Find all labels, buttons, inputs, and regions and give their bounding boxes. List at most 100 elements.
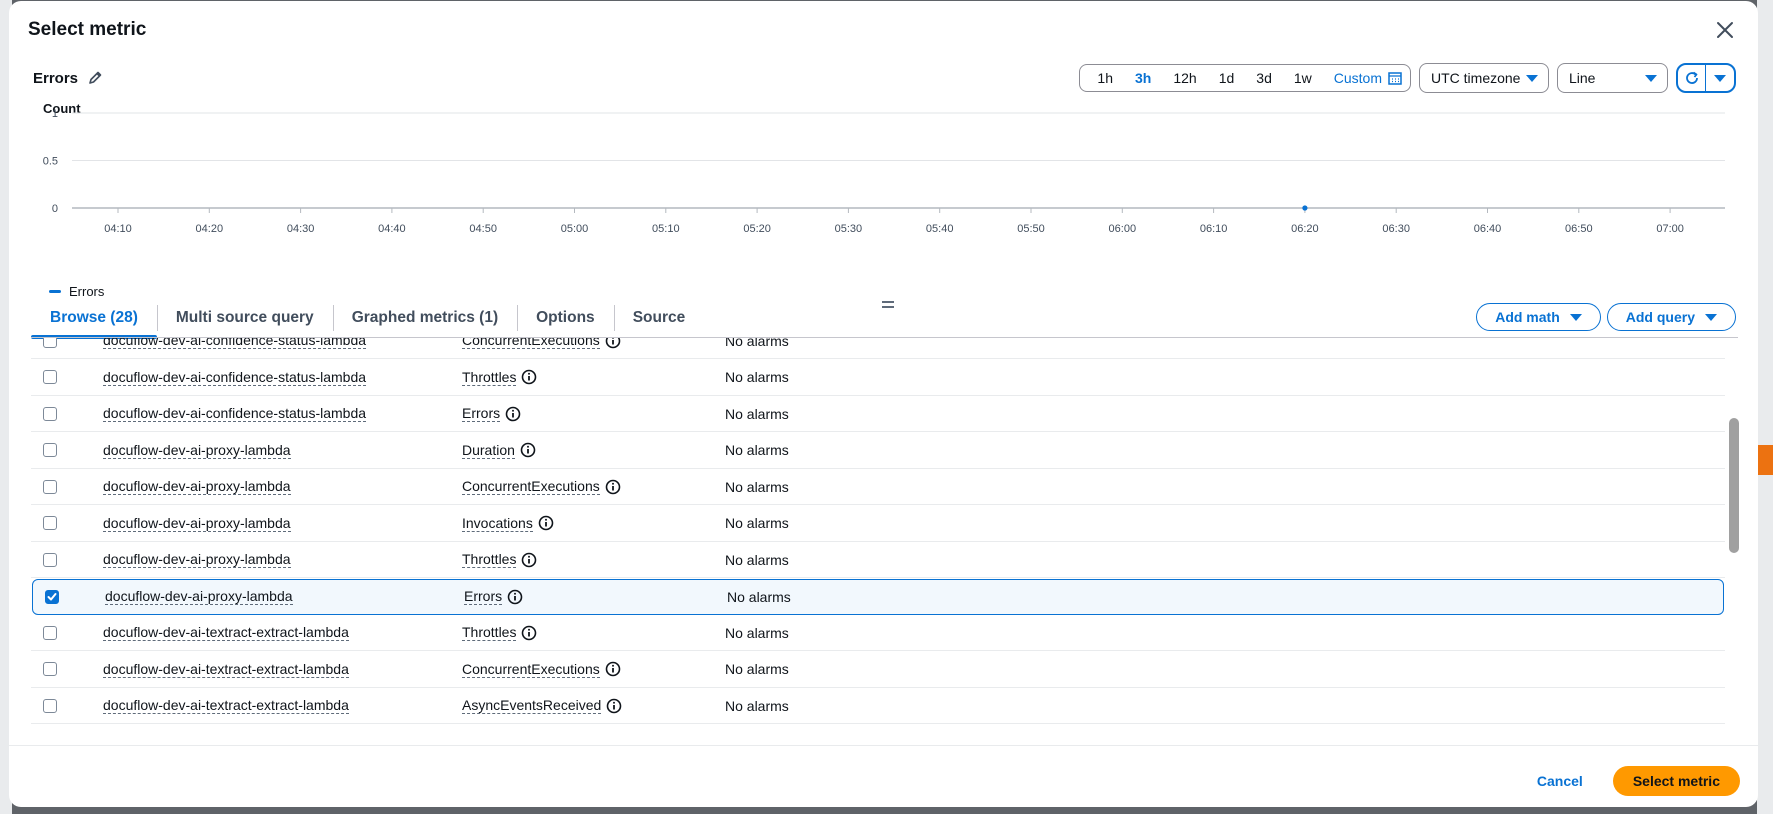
close-button[interactable]: [1711, 16, 1739, 44]
metric-title-row: Errors: [33, 69, 104, 87]
select-metric-button[interactable]: Select metric: [1612, 766, 1740, 796]
scrollbar-thumb[interactable]: [1729, 418, 1739, 553]
modal-footer: Cancel Select metric: [1525, 766, 1740, 796]
row-checkbox[interactable]: [43, 479, 57, 494]
table-row[interactable]: docuflow-dev-ai-textract-extract-lambda A…: [31, 688, 1725, 724]
pencil-icon: [89, 71, 102, 84]
time-range-selector: 1h 3h 12h 1d 3d 1w Custom: [1079, 64, 1411, 92]
table-scrollbar[interactable]: [1727, 338, 1741, 742]
info-icon[interactable]: [521, 369, 537, 385]
alarm-status: No alarms: [725, 478, 789, 495]
info-icon[interactable]: [521, 625, 537, 641]
range-1h[interactable]: 1h: [1086, 65, 1124, 91]
x-tick-label: 06:10: [1200, 223, 1228, 235]
range-custom[interactable]: Custom: [1323, 65, 1404, 91]
metric-name-link[interactable]: Throttles: [462, 624, 517, 641]
function-name-link[interactable]: docuflow-dev-ai-confidence-status-lambda: [103, 338, 367, 349]
edit-title-button[interactable]: [86, 69, 104, 87]
chevron-down-icon: [1714, 74, 1726, 82]
chart-legend[interactable]: Errors: [49, 284, 104, 299]
function-name-link[interactable]: docuflow-dev-ai-confidence-status-lambda: [103, 405, 367, 422]
refresh-button[interactable]: [1678, 65, 1706, 91]
range-1w[interactable]: 1w: [1283, 65, 1323, 91]
row-checkbox[interactable]: [43, 406, 57, 421]
chart-type-select[interactable]: Line: [1557, 63, 1668, 93]
timezone-select[interactable]: UTC timezone: [1419, 63, 1549, 93]
metric-name-link[interactable]: Duration: [462, 442, 515, 459]
metric-name-cell: Errors: [464, 588, 523, 605]
row-checkbox[interactable]: [43, 370, 57, 384]
info-icon[interactable]: [520, 442, 536, 458]
data-point[interactable]: [1302, 205, 1308, 211]
x-tick-label: 06:50: [1565, 223, 1593, 235]
table-row[interactable]: docuflow-dev-ai-textract-extract-lambda T…: [31, 615, 1725, 651]
metric-chart: Count 0 0.5 1 04:10 04:20 04:30 04:40 04:50 05:00…: [9, 97, 1758, 267]
range-1d[interactable]: 1d: [1208, 65, 1246, 91]
cancel-button[interactable]: Cancel: [1525, 767, 1595, 795]
tab-graphed-metrics[interactable]: Graphed metrics (1): [332, 299, 517, 337]
add-query-button[interactable]: Add query: [1606, 303, 1736, 331]
function-name-link[interactable]: docuflow-dev-ai-textract-extract-lambda: [103, 697, 349, 714]
table-row[interactable]: docuflow-dev-ai-proxy-lambda Duration No a…: [31, 433, 1725, 469]
function-name-link[interactable]: docuflow-dev-ai-proxy-lambda: [103, 551, 291, 568]
metric-name-link[interactable]: ConcurrentExecutions: [462, 661, 600, 678]
row-checkbox[interactable]: [43, 552, 57, 567]
metric-name-link[interactable]: AsyncEventsReceived: [462, 697, 602, 714]
row-checkbox[interactable]: [43, 443, 57, 457]
function-name-link[interactable]: docuflow-dev-ai-textract-extract-lambda: [103, 624, 349, 641]
tab-source[interactable]: Source: [613, 299, 705, 337]
info-icon[interactable]: [605, 338, 621, 349]
function-name-link[interactable]: docuflow-dev-ai-proxy-lambda: [103, 442, 291, 459]
metric-name-link[interactable]: Errors: [462, 405, 501, 422]
metric-name-link[interactable]: Throttles: [462, 369, 517, 386]
table-row[interactable]: docuflow-dev-ai-textract-extract-lambda C…: [31, 652, 1725, 688]
table-row[interactable]: docuflow-dev-ai-proxy-lambda Throttles No …: [31, 542, 1725, 578]
metric-name-link[interactable]: Errors: [464, 588, 503, 605]
tab-multi-source-query[interactable]: Multi source query: [156, 299, 333, 337]
metric-name-link[interactable]: Throttles: [462, 551, 517, 568]
alarm-status: No alarms: [725, 515, 789, 531]
checkmark-icon: [47, 592, 57, 600]
row-checkbox[interactable]: [43, 698, 57, 713]
table-row[interactable]: docuflow-dev-ai-proxy-lambda Errors No ala…: [32, 578, 1724, 615]
info-icon[interactable]: [507, 589, 523, 605]
range-3d[interactable]: 3d: [1245, 65, 1283, 91]
row-checkbox[interactable]: [43, 625, 57, 640]
tab-options[interactable]: Options: [517, 299, 614, 337]
row-checkbox[interactable]: [43, 516, 57, 530]
table-row[interactable]: docuflow-dev-ai-proxy-lambda Invocations N…: [31, 506, 1725, 542]
range-12h[interactable]: 12h: [1162, 65, 1207, 91]
resize-handle[interactable]: [882, 301, 894, 311]
info-icon[interactable]: [538, 515, 554, 531]
alarm-status: No alarms: [725, 624, 789, 641]
row-checkbox[interactable]: [45, 589, 59, 604]
function-name-link[interactable]: docuflow-dev-ai-confidence-status-lambda: [103, 369, 367, 386]
table-row[interactable]: docuflow-dev-ai-confidence-status-lambda…: [31, 396, 1725, 432]
x-tick-label: 06:40: [1474, 223, 1502, 235]
function-name-link[interactable]: docuflow-dev-ai-proxy-lambda: [103, 515, 291, 532]
info-icon[interactable]: [606, 698, 622, 714]
info-icon[interactable]: [605, 661, 621, 677]
metric-title: Errors: [33, 69, 79, 87]
function-name-link[interactable]: docuflow-dev-ai-textract-extract-lambda: [103, 661, 349, 678]
x-tick-label: 06:20: [1291, 223, 1319, 235]
modal-header: Select metric: [28, 15, 1739, 45]
info-icon[interactable]: [505, 406, 521, 422]
metric-name-link[interactable]: Invocations: [462, 515, 533, 532]
row-checkbox[interactable]: [43, 662, 57, 676]
table-row[interactable]: docuflow-dev-ai-proxy-lambda ConcurrentEx…: [31, 469, 1725, 505]
info-icon[interactable]: [521, 552, 537, 568]
range-3h[interactable]: 3h: [1124, 65, 1162, 91]
tab-browse[interactable]: Browse (28): [31, 299, 157, 339]
metric-name-link[interactable]: ConcurrentExecutions: [462, 338, 600, 349]
refresh-options-button[interactable]: [1706, 65, 1734, 91]
table-row[interactable]: docuflow-dev-ai-confidence-status-lambda…: [31, 360, 1725, 396]
metric-name-link[interactable]: ConcurrentExecutions: [462, 478, 600, 495]
table-row[interactable]: docuflow-dev-ai-confidence-status-lambda…: [31, 338, 1725, 359]
info-icon[interactable]: [605, 479, 621, 495]
x-tick-label: 06:30: [1382, 223, 1410, 235]
add-math-button[interactable]: Add math: [1476, 303, 1601, 331]
function-name-link[interactable]: docuflow-dev-ai-proxy-lambda: [105, 588, 293, 605]
row-checkbox[interactable]: [43, 338, 57, 348]
function-name-link[interactable]: docuflow-dev-ai-proxy-lambda: [103, 478, 291, 495]
